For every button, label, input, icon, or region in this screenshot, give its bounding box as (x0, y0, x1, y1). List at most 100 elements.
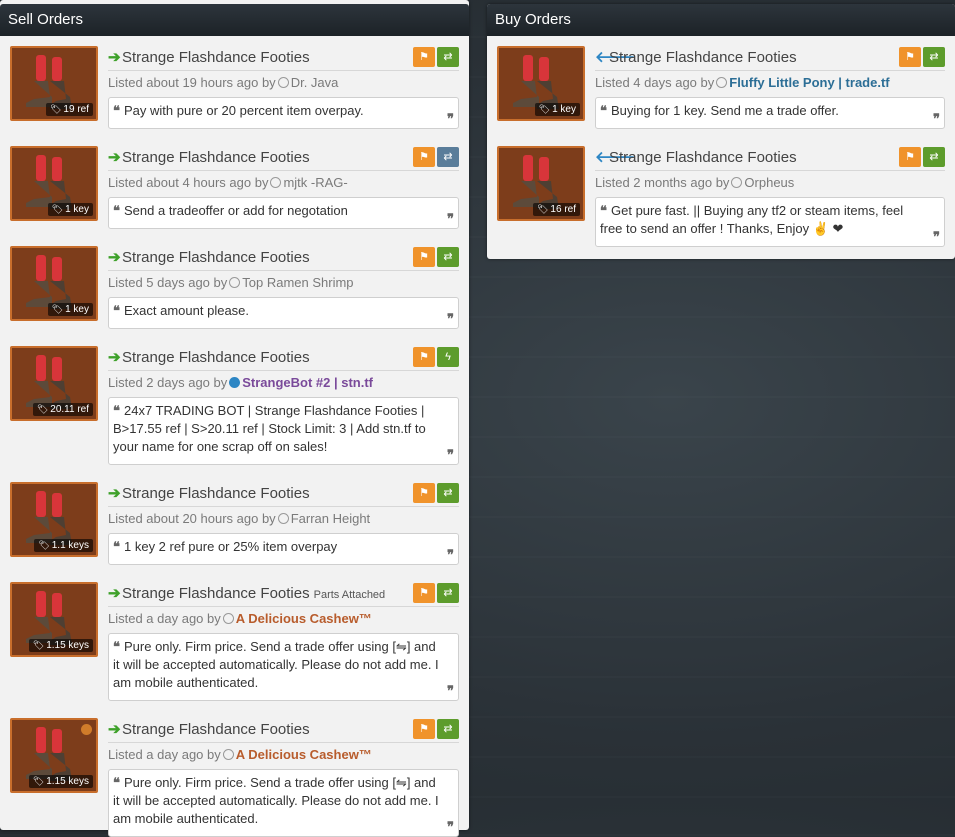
report-button[interactable]: ⚑ (413, 583, 435, 603)
item-title[interactable]: Strange Flashdance Footies (609, 49, 797, 66)
listing-comment: ❝ Exact amount please. ❞ (108, 297, 459, 329)
item-image[interactable]: 🏷 1.15 keys (10, 582, 98, 657)
listing-info: ➔Strange Flashdance Footies ⚑ ⇄ Listed abou… (108, 146, 459, 229)
item-title[interactable]: Strange Flashdance Footies (122, 585, 310, 602)
item-title[interactable]: Strange Flashdance Footies (122, 349, 310, 366)
user-link[interactable]: Top Ramen Shrimp (242, 275, 353, 290)
listing-title-row: ➔Strange Flashdance Footies ⚑ ⇄ (108, 146, 459, 171)
quote-open-icon: ❝ (113, 303, 120, 318)
listing-meta: Listed 2 months ago by Orpheus (595, 174, 945, 192)
user-link[interactable]: Fluffy Little Pony | trade.tf (729, 75, 889, 90)
user-link[interactable]: A Delicious Cashew™ (236, 747, 372, 762)
price-value: 16 ref (550, 204, 576, 215)
listing-buttons: ⚑ ϟ (411, 347, 459, 371)
item-image[interactable]: 🏷 19 ref (10, 46, 98, 121)
report-button[interactable]: ⚑ (413, 47, 435, 67)
trade-button[interactable]: ⇄ (437, 483, 459, 503)
trade-button[interactable]: ⇄ (437, 147, 459, 167)
item-image[interactable]: 🏷 20.11 ref (10, 346, 98, 421)
item-title[interactable]: Strange Flashdance Footies (609, 149, 797, 166)
price-value: 20.11 ref (50, 404, 89, 415)
listing-title-row: ➔Strange Flashdance Footies ⚑ ⇄ (108, 482, 459, 507)
price-tag: 🏷 20.11 ref (32, 403, 93, 416)
user-link[interactable]: A Delicious Cashew™ (236, 611, 372, 626)
listing-info: ➔Strange Flashdance Footies ⚑ ϟ Listed 2 da… (108, 346, 459, 465)
tag-icon: 🏷 (536, 204, 549, 214)
listed-time: Listed 2 months ago by (595, 175, 730, 190)
quote-close-icon: ❞ (447, 311, 454, 326)
report-button[interactable]: ⚑ (413, 247, 435, 267)
trade-button[interactable]: ⇄ (437, 247, 459, 267)
report-button[interactable]: ⚑ (899, 147, 921, 167)
listing-buttons: ⚑ ⇄ (897, 147, 945, 171)
item-title[interactable]: Strange Flashdance Footies (122, 485, 310, 502)
listing-comment: ❝ Pure only. Firm price. Send a trade off… (108, 633, 459, 701)
price-value: 1 key (65, 204, 89, 215)
item-image[interactable]: 🏷 1 key (10, 146, 98, 221)
item-image[interactable]: 🏷 16 ref (497, 146, 585, 221)
item-image[interactable]: 🏷 1 key (10, 246, 98, 321)
quote-open-icon: ❝ (113, 403, 120, 418)
quote-open-icon: ❝ (113, 103, 120, 118)
buy-orders-header: Buy Orders (487, 4, 955, 36)
price-tag: 🏷 1 key (47, 303, 93, 316)
comment-text: 24x7 TRADING BOT | Strange Flashdance Fo… (113, 403, 426, 454)
trade-button[interactable]: ⇄ (437, 719, 459, 739)
listing-buttons: ⚑ ⇄ (411, 583, 459, 607)
trade-button[interactable]: ⇄ (437, 583, 459, 603)
quote-open-icon: ❝ (600, 203, 607, 218)
status-circle-icon (270, 177, 282, 188)
listing-info: 🡐Strange Flashdance Footies ⚑ ⇄ Listed 2 mo… (595, 146, 945, 247)
report-button[interactable]: ⚑ (413, 719, 435, 739)
quote-close-icon: ❞ (447, 683, 454, 698)
listing-title-row: ➔Strange Flashdance Footies ⚑ ϟ (108, 346, 459, 371)
trade-arrows-icon: ⇄ (443, 487, 453, 499)
tag-icon: 🏷 (32, 640, 45, 650)
tag-icon: 🏷 (538, 104, 551, 114)
trade-button[interactable]: ⇄ (923, 47, 945, 67)
report-button[interactable]: ⚑ (413, 483, 435, 503)
listing-info: ➔Strange Flashdance Footies ⚑ ⇄ Listed abou… (108, 46, 459, 129)
listing-title-row: ➔Strange Flashdance Footies ⚑ ⇄ (108, 246, 459, 271)
arrow-right-icon: ➔ (108, 721, 121, 738)
quote-open-icon: ❝ (113, 203, 120, 218)
report-button[interactable]: ⚑ (413, 347, 435, 367)
trade-button[interactable]: ⇄ (437, 47, 459, 67)
listing-comment: ❝ 24x7 TRADING BOT | Strange Flashdance F… (108, 397, 459, 465)
price-tag: 🏷 1.15 keys (28, 639, 93, 652)
buy-orders-panel: Buy Orders 🏷 1 key 🡐Strange Flashdance Foo… (487, 4, 955, 259)
trade-button[interactable]: ⇄ (923, 147, 945, 167)
item-image[interactable]: 🏷 1.1 keys (10, 482, 98, 557)
price-value: 19 ref (63, 104, 89, 115)
user-link[interactable]: mjtk -RAG- (283, 175, 347, 190)
listing-info: 🡐Strange Flashdance Footies ⚑ ⇄ Listed 4 da… (595, 46, 945, 129)
listing-meta: Listed about 4 hours ago by mjtk -RAG- (108, 174, 459, 192)
item-title[interactable]: Strange Flashdance Footies (122, 249, 310, 266)
instant-trade-button[interactable]: ϟ (437, 347, 459, 367)
status-circle-icon (229, 377, 241, 388)
user-link[interactable]: StrangeBot #2 | stn.tf (242, 375, 373, 390)
flag-icon: ⚑ (419, 51, 429, 63)
trade-arrows-icon: ⇄ (443, 251, 453, 263)
item-image[interactable]: 🏷 1.15 keys (10, 718, 98, 793)
quote-open-icon: ❝ (600, 103, 607, 118)
listing-title-row: ➔Strange Flashdance Footies ⚑ ⇄ (108, 718, 459, 743)
sell-listing: 🏷 1 key ➔Strange Flashdance Footies ⚑ ⇄ Liste… (10, 146, 459, 236)
user-link[interactable]: Dr. Java (291, 75, 339, 90)
item-image[interactable]: 🏷 1 key (497, 46, 585, 121)
status-circle-icon (222, 749, 234, 760)
user-link[interactable]: Farran Height (291, 511, 370, 526)
item-title[interactable]: Strange Flashdance Footies (122, 49, 310, 66)
flag-icon: ⚑ (419, 151, 429, 163)
report-button[interactable]: ⚑ (413, 147, 435, 167)
sell-orders-header: Sell Orders (0, 4, 469, 36)
flag-icon: ⚑ (419, 723, 429, 735)
user-link[interactable]: Orpheus (744, 175, 794, 190)
listing-buttons: ⚑ ⇄ (411, 719, 459, 743)
item-title[interactable]: Strange Flashdance Footies (122, 721, 310, 738)
status-circle-icon (277, 513, 289, 524)
report-button[interactable]: ⚑ (899, 47, 921, 67)
listing-meta: Listed a day ago by A Delicious Cashew™ (108, 746, 459, 764)
flag-icon: ⚑ (419, 351, 429, 363)
item-title[interactable]: Strange Flashdance Footies (122, 149, 310, 166)
